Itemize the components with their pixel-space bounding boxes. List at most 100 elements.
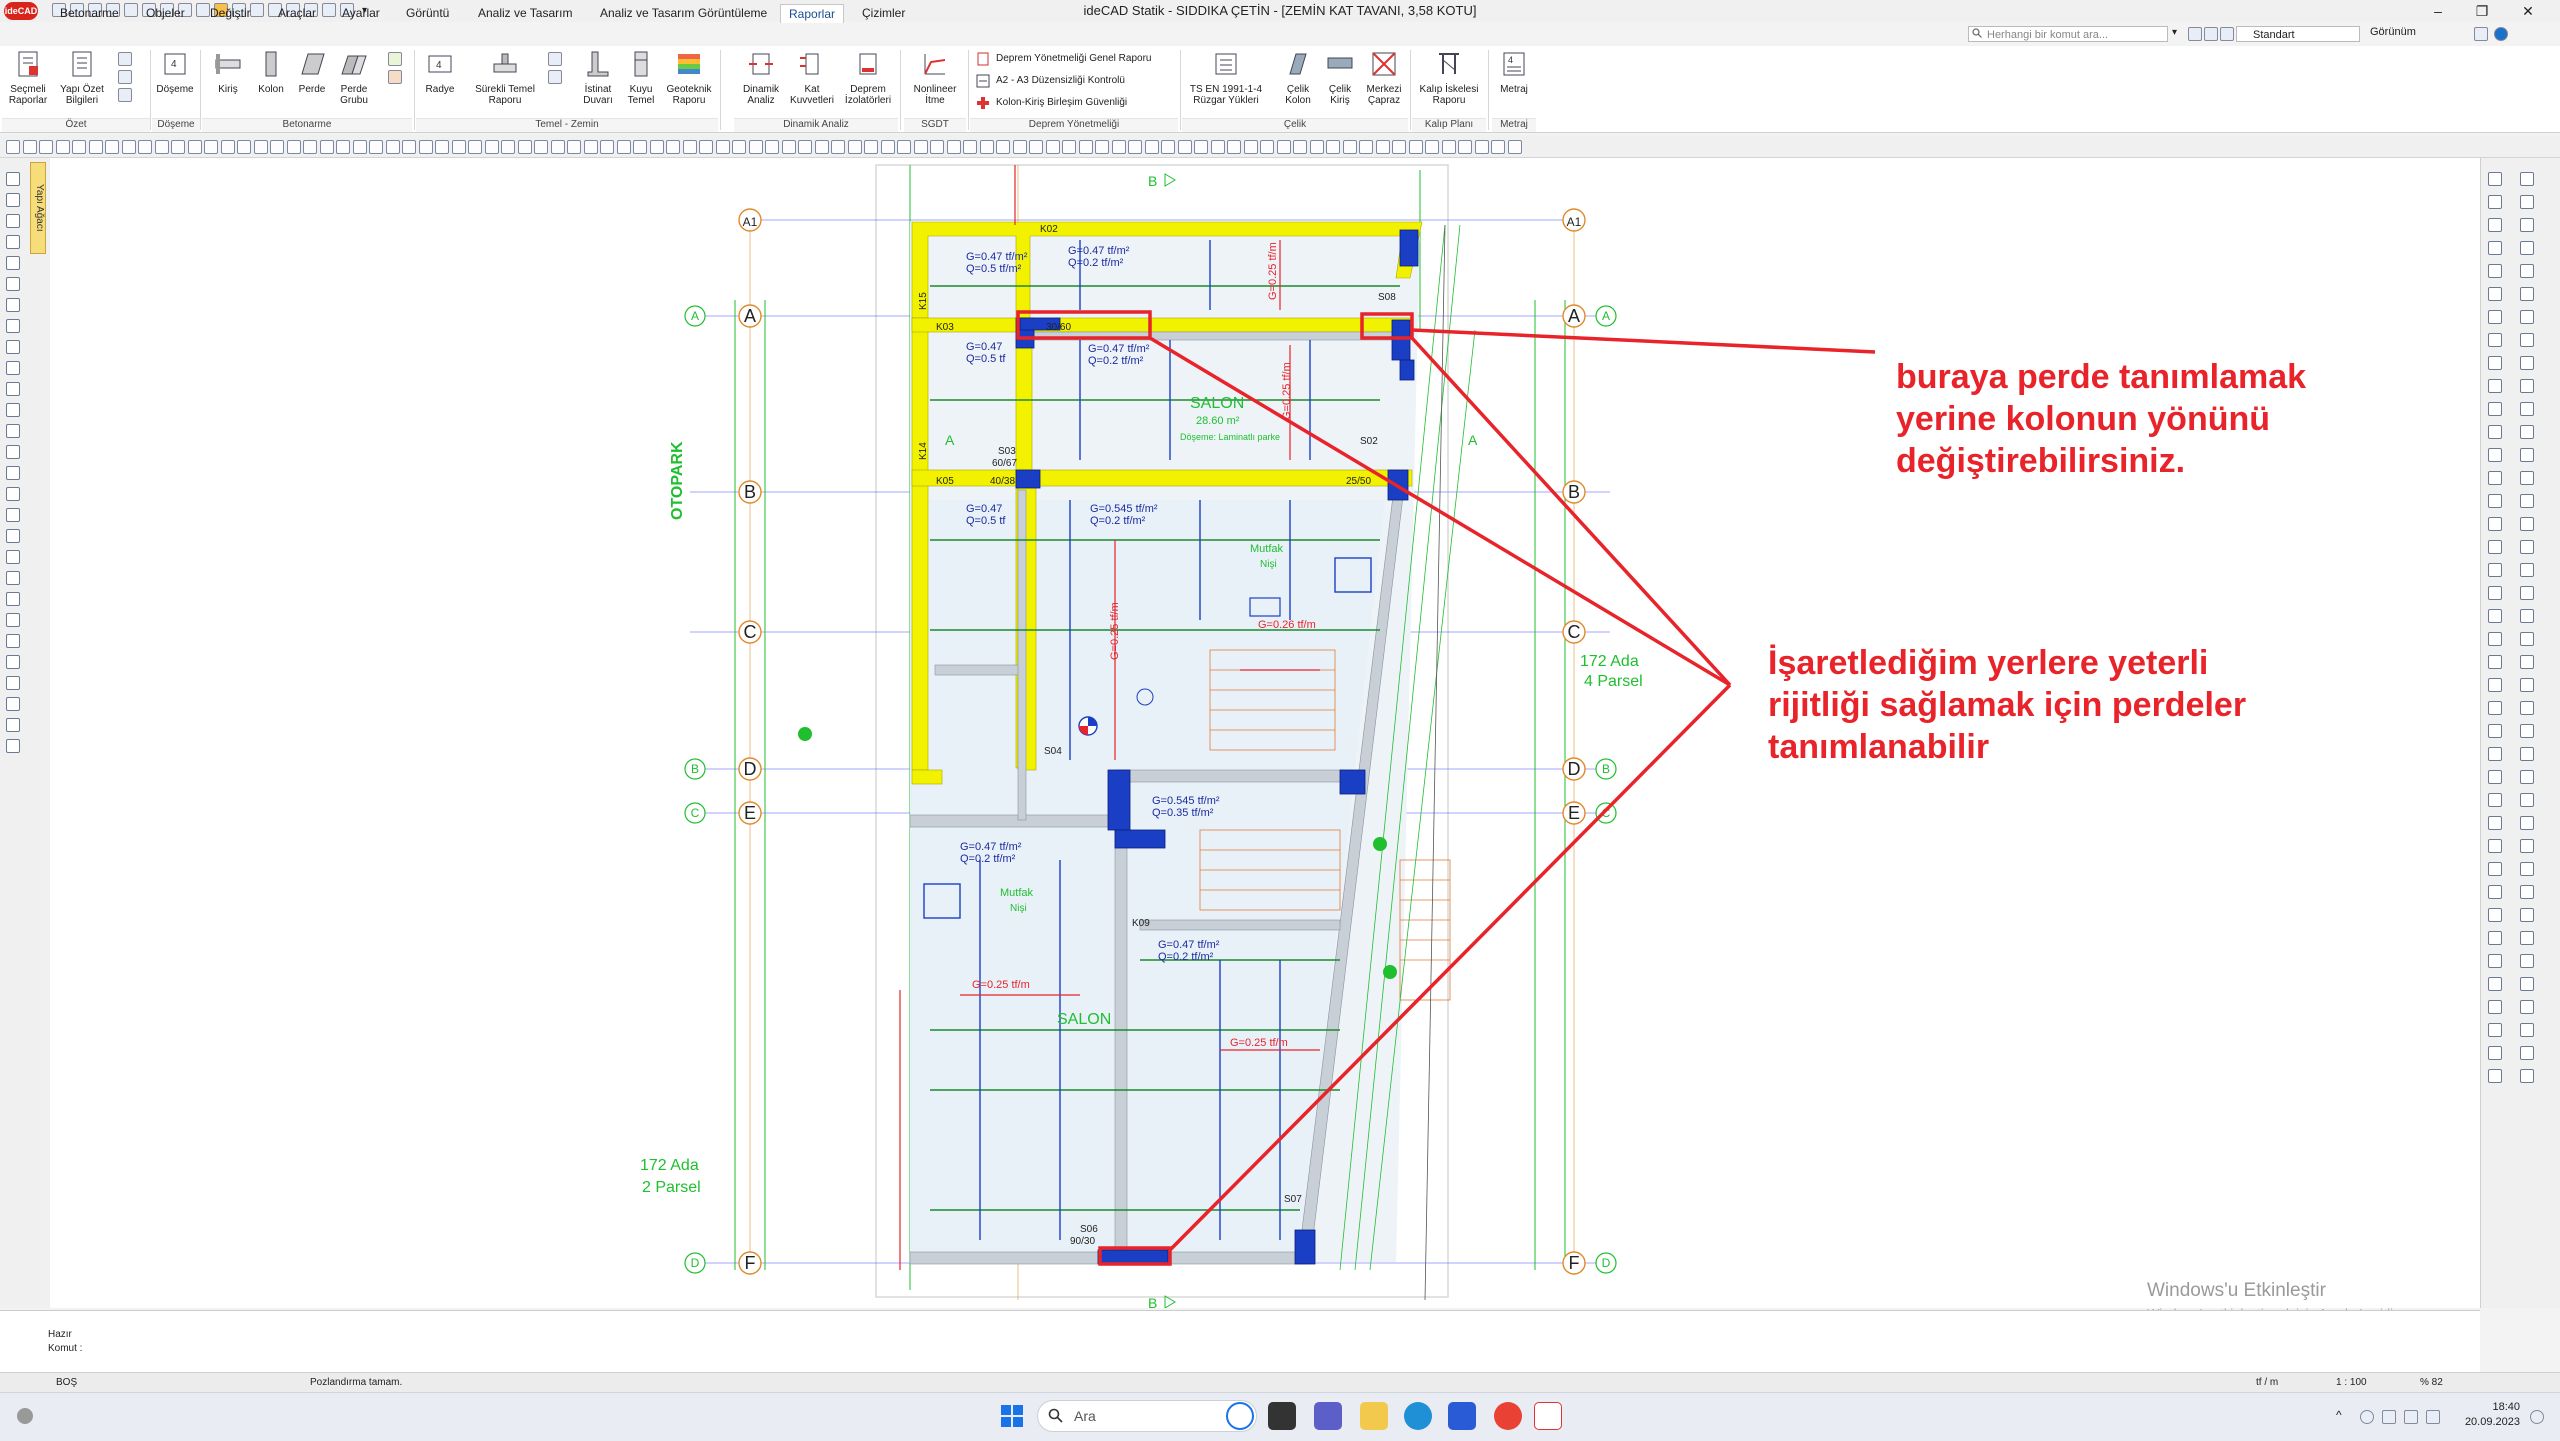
right-tool-icon[interactable] — [2488, 931, 2502, 945]
file-explorer-icon[interactable] — [1360, 1402, 1388, 1430]
right-tool-icon[interactable] — [2520, 678, 2534, 692]
drawing-tool-icon[interactable] — [781, 140, 796, 154]
left-tool-icon[interactable] — [6, 424, 20, 438]
drawing-tool-icon[interactable] — [154, 140, 169, 154]
drawing-tool-icon[interactable] — [682, 140, 697, 154]
right-tool-icon[interactable] — [2520, 816, 2534, 830]
left-tool-icon[interactable] — [6, 403, 20, 417]
tab-ayarlar[interactable]: Ayarlar — [334, 4, 388, 22]
betonarme-small-1-icon[interactable] — [388, 52, 402, 66]
drawing-canvas[interactable]: A1 A1 A A B B C C D D E E F F A A B B C … — [50, 158, 2480, 1308]
right-tool-icon[interactable] — [2488, 563, 2502, 577]
left-tool-icon[interactable] — [6, 739, 20, 753]
right-tool-icon[interactable] — [2488, 356, 2502, 370]
drawing-tool-icon[interactable] — [138, 140, 152, 154]
drawing-tool-icon[interactable] — [1425, 140, 1439, 154]
edge-icon[interactable] — [1404, 1402, 1432, 1430]
task-view-icon[interactable] — [1268, 1402, 1296, 1430]
temel-small-1-icon[interactable] — [548, 52, 562, 66]
istinat-duvari-button[interactable]: İstinat Duvarı — [576, 50, 620, 118]
right-tool-icon[interactable] — [2520, 862, 2534, 876]
right-tool-icon[interactable] — [2520, 770, 2534, 784]
right-tool-icon[interactable] — [2488, 609, 2502, 623]
right-tool-icon[interactable] — [2520, 379, 2534, 393]
tray-volume-icon[interactable] — [2404, 1410, 2418, 1424]
weather-icon[interactable] — [14, 1405, 36, 1427]
right-tool-icon[interactable] — [2520, 977, 2534, 991]
deprem-genel-raporu-item[interactable]: Deprem Yönetmeliği Genel Raporu — [974, 50, 1151, 68]
drawing-tool-icon[interactable] — [1293, 140, 1307, 154]
structure-tree-tab[interactable]: Yapı Ağacı — [30, 162, 46, 254]
drawing-tool-icon[interactable] — [831, 140, 845, 154]
left-tool-icon[interactable] — [6, 508, 20, 522]
command-prompt[interactable]: Komut : — [48, 1343, 82, 1354]
drawing-tool-icon[interactable] — [204, 140, 218, 154]
left-tool-icon[interactable] — [6, 676, 20, 690]
right-tool-icon[interactable] — [2488, 885, 2502, 899]
drawing-tool-icon[interactable] — [1177, 140, 1192, 154]
maximize-button[interactable]: ❐ — [2460, 0, 2504, 22]
right-tool-icon[interactable] — [2520, 540, 2534, 554]
drawing-tool-icon[interactable] — [385, 140, 400, 154]
minimize-button[interactable]: – — [2416, 0, 2460, 22]
right-tool-icon[interactable] — [2488, 701, 2502, 715]
right-tool-icon[interactable] — [2488, 632, 2502, 646]
drawing-tool-icon[interactable] — [1474, 140, 1489, 154]
drawing-tool-icon[interactable] — [369, 140, 383, 154]
a2-a3-kontrol-item[interactable]: A2 - A3 Düzensizliği Kontrolü — [974, 72, 1125, 90]
right-tool-icon[interactable] — [2488, 839, 2502, 853]
drawing-tool-icon[interactable] — [1276, 140, 1291, 154]
drawing-tool-icon[interactable] — [930, 140, 944, 154]
drawing-tool-icon[interactable] — [847, 140, 862, 154]
right-tool-icon[interactable] — [2488, 448, 2502, 462]
drawing-tool-icon[interactable] — [501, 140, 515, 154]
left-tool-icon[interactable] — [6, 634, 20, 648]
drawing-tool-icon[interactable] — [1012, 140, 1027, 154]
right-tool-icon[interactable] — [2520, 218, 2534, 232]
metraj-button[interactable]: 4 Metraj — [1494, 50, 1534, 118]
drawing-tool-icon[interactable] — [303, 140, 317, 154]
drawing-tool-icon[interactable] — [897, 140, 911, 154]
drawing-tool-icon[interactable] — [319, 140, 334, 154]
drawing-tool-icon[interactable] — [187, 140, 202, 154]
drawing-tool-icon[interactable] — [517, 140, 532, 154]
drawing-tool-icon[interactable] — [336, 140, 350, 154]
celik-kiris-button[interactable]: Çelik Kiriş — [1320, 50, 1360, 118]
left-tool-icon[interactable] — [6, 256, 20, 270]
tab-araclar[interactable]: Araçlar — [270, 4, 324, 22]
close-button[interactable]: ✕ — [2506, 0, 2550, 22]
drawing-tool-icon[interactable] — [22, 140, 37, 154]
drawing-tool-icon[interactable] — [1309, 140, 1324, 154]
left-tool-icon[interactable] — [6, 340, 20, 354]
drawing-tool-icon[interactable] — [418, 140, 433, 154]
drawing-tool-icon[interactable] — [1045, 140, 1060, 154]
drawing-tool-icon[interactable] — [105, 140, 119, 154]
drawing-tool-icon[interactable] — [715, 140, 730, 154]
drawing-tool-icon[interactable] — [946, 140, 961, 154]
right-tool-icon[interactable] — [2488, 218, 2502, 232]
drawing-tool-icon[interactable] — [534, 140, 548, 154]
store-icon[interactable] — [1448, 1402, 1476, 1430]
drawing-tool-icon[interactable] — [171, 140, 185, 154]
kolon-kiris-birlesim-item[interactable]: Kolon-Kiriş Birleşim Güvenliği — [974, 94, 1127, 112]
left-tool-icon[interactable] — [6, 277, 20, 291]
left-tool-icon[interactable] — [6, 319, 20, 333]
drawing-tool-icon[interactable] — [732, 140, 746, 154]
drawing-tool-icon[interactable] — [1210, 140, 1225, 154]
tab-betonarme[interactable]: Betonarme — [52, 4, 127, 22]
right-tool-icon[interactable] — [2488, 862, 2502, 876]
drawing-tool-icon[interactable] — [699, 140, 713, 154]
drawing-tool-icon[interactable] — [1507, 140, 1522, 154]
right-tool-icon[interactable] — [2520, 609, 2534, 623]
drawing-tool-icon[interactable] — [996, 140, 1010, 154]
idecad-taskbar-icon[interactable] — [1534, 1402, 1562, 1430]
right-tool-icon[interactable] — [2520, 724, 2534, 738]
celik-kolon-button[interactable]: Çelik Kolon — [1278, 50, 1318, 118]
right-tool-icon[interactable] — [2488, 655, 2502, 669]
right-tool-icon[interactable] — [2520, 356, 2534, 370]
bing-icon[interactable] — [1226, 1402, 1254, 1430]
drawing-tool-icon[interactable] — [88, 140, 103, 154]
right-tool-icon[interactable] — [2488, 724, 2502, 738]
right-tool-icon[interactable] — [2488, 379, 2502, 393]
left-tool-icon[interactable] — [6, 361, 20, 375]
